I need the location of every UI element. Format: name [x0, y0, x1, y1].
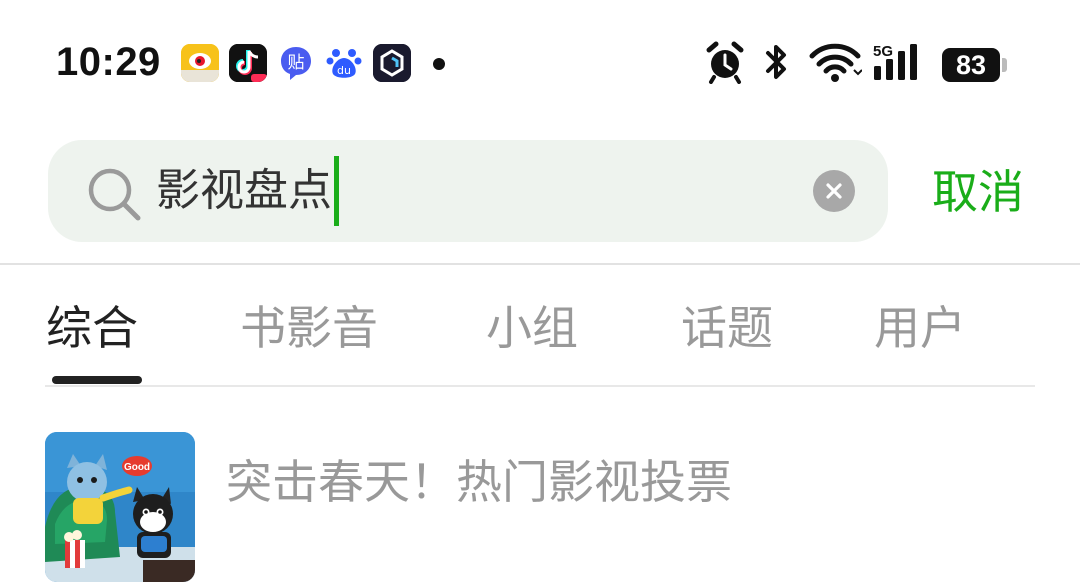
status-time: 10:29 [56, 40, 161, 84]
tab-topics[interactable]: 话题 [681, 296, 773, 360]
signal-5g-icon: 5G [873, 43, 917, 80]
alarm-icon [706, 41, 744, 84]
bluetooth-icon [766, 45, 786, 79]
thumb-badge: Good [124, 462, 150, 473]
wifi-icon [809, 43, 862, 82]
result-thumbnail[interactable]: Good [45, 432, 195, 582]
tab-users[interactable]: 用户 [874, 296, 966, 360]
svg-text:du: du [337, 64, 351, 77]
status-bar: 10:29 贴 du 5G 83 [0, 0, 1080, 130]
search-icon [88, 168, 141, 221]
notification-dot [433, 58, 445, 70]
clear-button[interactable] [813, 170, 855, 212]
tieba-icon: 贴 [277, 44, 315, 82]
svg-text:贴: 贴 [288, 53, 305, 73]
tabs-divider [45, 385, 1035, 387]
active-tab-indicator [52, 376, 142, 384]
svg-text:5G: 5G [873, 43, 893, 60]
battery-level: 83 [942, 48, 1000, 82]
cancel-button[interactable]: 取消 [932, 160, 1024, 224]
baidu-icon: du [325, 44, 363, 82]
search-query-text: 影视盘点 [156, 165, 332, 216]
tab-comprehensive[interactable]: 综合 [46, 296, 138, 360]
search-input[interactable]: 影视盘点 [48, 140, 888, 242]
result-title[interactable]: 突击春天！热门影视投票 [226, 450, 732, 514]
weibo-icon [181, 44, 219, 82]
search-screen: 10:29 贴 du 5G 83 影视盘点 取消 综合 书影音 小组 话题 用户… [0, 0, 1080, 588]
douyin-icon [229, 44, 267, 82]
app-icon [373, 44, 411, 82]
battery-cap [1002, 58, 1007, 72]
tab-groups[interactable]: 小组 [486, 296, 578, 360]
close-icon [826, 183, 842, 199]
text-cursor [334, 156, 339, 226]
tab-books-movies-music[interactable]: 书影音 [240, 296, 378, 360]
search-query-field[interactable]: 影视盘点 [156, 156, 339, 226]
cats-illustration-icon: Good [45, 432, 195, 582]
header-divider [0, 263, 1080, 265]
